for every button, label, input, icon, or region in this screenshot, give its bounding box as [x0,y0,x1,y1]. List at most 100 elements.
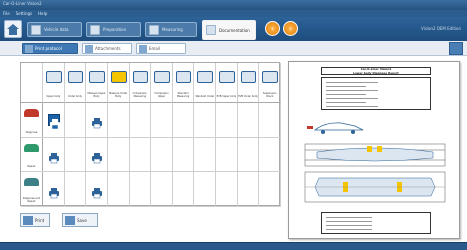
printer-icon [91,149,103,164]
tab-measuring[interactable]: Measuring [145,22,197,37]
grid-column-header[interactable]: Measure Upper Body [86,63,108,103]
grid-column-header[interactable]: EVB Under body [237,63,260,103]
measure-icon [149,24,159,35]
report-text-line [326,102,366,103]
grid-cell[interactable] [86,103,108,137]
menu-help[interactable]: Help [38,11,47,16]
grid-column-header[interactable]: Under body [64,63,87,103]
body-view-icon [46,71,62,83]
grid-cell [173,137,195,172]
grid-cell [194,103,217,137]
menu-bar: File Settings Help [0,10,467,17]
grid-row: Diagnose and Repair [21,172,281,207]
tab-vehicle-data[interactable]: Vehicle data [27,22,82,37]
column-label: Measure Upper Body [87,92,106,99]
grid-cell [238,103,260,137]
grid-cell [65,137,87,172]
grid-cell [108,137,130,172]
grid-row: Repair [21,137,281,173]
attachments-label: Attachments [95,46,121,51]
grid-corner [21,63,43,103]
navigation-bar: Vehicle data Preparation Measuring Docum… [0,17,467,41]
grid-column-header[interactable]: Upper body [43,63,65,103]
attachment-icon [85,44,93,53]
chassis-diagram-bottom [304,171,446,203]
column-label: Measure Under Body [109,92,128,99]
row-label: Diagnose and Repair [22,196,41,203]
footer-text-line [326,229,372,230]
report-subtitle: Lower body Diagnose Report [353,70,399,75]
printer-icon [25,44,33,53]
grid-cell [173,103,195,137]
footer-text-line [326,225,372,226]
grid-cell[interactable] [86,172,108,206]
grid-cell[interactable] [86,137,108,172]
grid-cell [194,172,217,206]
arrow-right-icon: › [288,24,293,33]
report-text-line [326,98,378,99]
settings-tool-button[interactable] [449,42,463,55]
row-header: Diagnose [21,103,43,137]
body-view-icon [110,71,127,83]
grid-column-header[interactable]: Standard Measuring [172,63,195,103]
grid-cell [259,172,281,206]
grid-cell [108,103,130,137]
tab-label: Measuring [162,27,183,32]
title-bar: Car-O-Liner Vision2 [0,0,467,10]
column-label: EVB Under body [238,95,258,99]
save-button[interactable]: Save [62,213,98,227]
tab-preparation[interactable]: Preparation [86,22,141,37]
menu-file[interactable]: File [3,11,10,16]
back-button[interactable]: ‹ [265,21,280,36]
chassis-diagram-top [304,143,446,167]
tab-label: Documentation [219,27,250,33]
printer-icon [91,114,103,129]
grid-column-header[interactable]: Suspension Check [259,63,281,103]
grid-cell [216,172,238,206]
attachments-button[interactable]: Attachments [82,43,132,54]
grid-column-header[interactable]: Comparison Measuring [129,63,152,103]
forward-button[interactable]: › [283,21,298,36]
grid-cell [259,103,281,137]
home-button[interactable] [4,20,22,38]
report-text-line [326,86,366,87]
tab-documentation[interactable]: Documentation [202,20,256,40]
report-info-block [321,77,431,110]
printer-icon [48,184,60,198]
column-label: Suspension Check [262,92,277,99]
vehicle-diagram [304,122,446,203]
grid-column-header[interactable]: Measure Under Body [107,63,130,103]
vehicle-icon [31,24,41,35]
body-view-icon [219,71,235,83]
email-button[interactable]: Email [136,43,186,54]
grid-cell [130,137,152,172]
grid-column-header[interactable]: Standard Under [194,63,217,103]
column-label: Comparison Upper [154,92,169,99]
body-view-icon [262,71,278,83]
app-window: Car-O-Liner Vision2 File Settings Help V… [0,0,467,250]
grid-column-header[interactable]: EVB Upper body [216,63,238,103]
email-icon [139,44,147,53]
documentation-toolbar: Print protocol Attachments Email [0,41,467,56]
grid-column-header[interactable]: Comparison Upper [151,63,173,103]
print-button[interactable]: Print [20,213,50,227]
car-icon [24,109,39,117]
grid-cell[interactable] [43,172,65,206]
tab-label: Vehicle data [44,27,69,32]
menu-settings[interactable]: Settings [16,11,32,16]
column-label: Standard Under [195,95,215,99]
lift-icon [90,24,100,35]
home-icon [7,24,19,35]
grid-row: Diagnose [21,103,281,138]
car-side-view-icon [307,122,364,134]
grid-cell[interactable] [43,137,65,172]
print-protocol-label: Print protocol [35,46,62,51]
grid-cell [65,103,87,137]
print-protocol-button[interactable]: Print protocol [22,43,78,54]
grid-cell [259,137,281,172]
column-label: Upper body [46,95,61,99]
grid-cell [173,172,195,206]
grid-cell[interactable] [43,103,65,137]
floppy-icon [65,215,75,225]
arrow-left-icon: ‹ [270,24,275,33]
